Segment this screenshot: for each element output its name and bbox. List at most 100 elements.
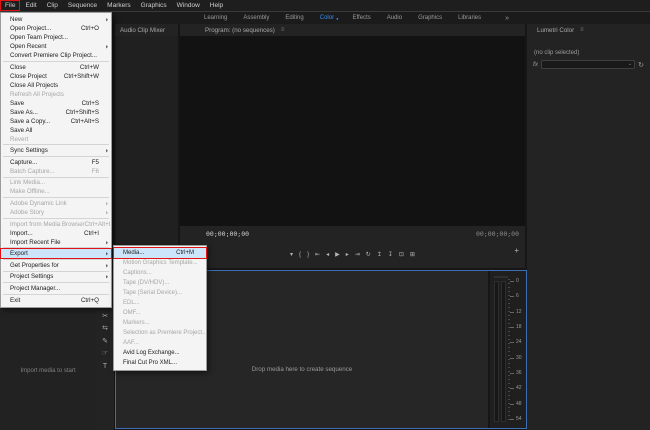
file-menu-item[interactable]: Project Manager... [1, 284, 111, 293]
export-submenu-item[interactable]: OMF... [114, 308, 206, 318]
file-menu-item[interactable]: New ⏵ [1, 15, 111, 24]
razor-tool[interactable]: ✂ [102, 313, 108, 320]
file-menu-item[interactable]: Capture... F5 [1, 158, 111, 167]
extract-button[interactable]: ↧ [388, 252, 393, 258]
file-menu-item[interactable]: Import... Ctrl+I [1, 229, 111, 238]
shortcut-label: Ctrl+Alt+S [70, 117, 99, 125]
lumetri-panel-tab[interactable]: Lumetri Color ≡ [527, 24, 650, 36]
file-menu-item[interactable]: Save As... Ctrl+Shift+S [1, 108, 111, 117]
file-menu-item[interactable]: Project Settings ⏵ [1, 272, 111, 281]
export-submenu-item[interactable]: Tape (DV/HDV)... [114, 278, 206, 288]
tabs-overflow-chevron[interactable]: » [505, 15, 509, 22]
export-submenu-item[interactable]: Motion Graphics Template... [114, 258, 206, 268]
play-button[interactable]: ▶ [335, 252, 340, 258]
mixer-panel-tab[interactable]: Audio Clip Mixer [115, 24, 178, 36]
export-frame-button[interactable]: ⊡ [399, 252, 404, 258]
lumetri-fx-row: fx ⌄ ↻ [527, 56, 650, 69]
shortcut-label: Ctrl+S [81, 99, 99, 107]
db-tick [510, 311, 514, 313]
meter-channels [494, 281, 508, 422]
menubar-item[interactable]: File [0, 0, 21, 11]
file-menu-item[interactable]: Adobe Dynamic Link ⏵ [1, 199, 111, 208]
button-editor-add-icon[interactable]: + [514, 246, 519, 255]
workspace-tab[interactable]: Effects [353, 15, 373, 21]
file-menu-item[interactable]: Convert Premiere Clip Project... [1, 51, 111, 60]
workspace-tab[interactable]: Assembly [243, 15, 271, 21]
menubar-item[interactable]: Help [205, 0, 228, 11]
db-ruler-mark: 0 [510, 279, 523, 284]
go-to-out-button[interactable]: ⇥ [355, 252, 360, 258]
file-menu-item[interactable]: Import Recent File ⏵ [1, 238, 111, 247]
file-menu-item[interactable]: Get Properties for ⏵ [1, 261, 111, 270]
workspace-tab[interactable]: Graphics [418, 15, 444, 21]
file-menu-item[interactable]: Save All [1, 126, 111, 135]
menubar-item[interactable]: Clip [42, 0, 63, 11]
timecode-row: 00;00;00;00 00;00;00;00 [180, 226, 525, 242]
slip-tool[interactable]: ⇆ [102, 325, 108, 332]
db-tick [510, 418, 514, 420]
workspace-tab[interactable]: Audio [387, 15, 404, 21]
menubar-item[interactable]: Graphics [136, 0, 172, 11]
hand-tool[interactable]: ☞ [102, 350, 108, 357]
file-menu-item[interactable]: Save a Copy... Ctrl+Alt+S [1, 117, 111, 126]
export-submenu-item[interactable]: Final Cut Pro XML... [114, 358, 206, 368]
db-tick [510, 372, 514, 374]
comparison-view-button[interactable]: ⊞ [410, 252, 415, 258]
file-menu-item[interactable]: Close Ctrl+W [1, 63, 111, 72]
file-menu-item[interactable]: Open Project... Ctrl+O [1, 24, 111, 33]
file-menu-item[interactable]: Adobe Story ⏵ [1, 208, 111, 217]
add-marker-button[interactable]: ▾ [290, 252, 293, 258]
export-submenu-item[interactable]: AAF... [114, 338, 206, 348]
type-tool[interactable]: T [103, 363, 107, 370]
file-menu-item[interactable]: Exit Ctrl+Q [1, 296, 111, 305]
file-menu-item[interactable]: Open Team Project... [1, 33, 111, 42]
file-menu-item[interactable]: Sync Settings ⏵ [1, 146, 111, 155]
fx-icon: fx [533, 61, 539, 68]
go-to-in-button[interactable]: ⇤ [315, 252, 320, 258]
file-menu-item[interactable]: Open Recent ⏵ [1, 42, 111, 51]
menubar-item[interactable]: Edit [20, 0, 41, 11]
mark-in-button[interactable]: { [299, 252, 301, 258]
export-submenu-item[interactable]: EDL... [114, 298, 206, 308]
step-back-button[interactable]: ◂ [326, 252, 329, 258]
pen-tool[interactable]: ✎ [102, 338, 108, 345]
playhead-timecode[interactable]: 00;00;00;00 [206, 230, 249, 238]
db-ruler-mark: 30 [510, 355, 523, 361]
workspace-tab[interactable]: Learning [204, 15, 229, 21]
transport-controls: ▾ {} ⇤ ◂ ▶ ▸ ⇥ ↻ ↥ ↧ ⊡ ⊞ [180, 242, 525, 268]
app-menu-bar: File Edit Clip Sequence Markers Graphics Windo… [0, 0, 650, 12]
file-menu-item[interactable]: Close Project Ctrl+Shift+W [1, 72, 111, 81]
reset-icon[interactable]: ↻ [638, 61, 644, 69]
file-menu-item[interactable]: Export ⏵ [0, 248, 112, 260]
menubar-item[interactable]: Window [172, 0, 205, 11]
loop-button[interactable]: ↻ [366, 252, 371, 258]
workspace-tab[interactable]: Color ● [320, 15, 339, 21]
export-submenu-item[interactable]: Avid Log Exchange... [114, 348, 206, 358]
audio-meters-panel: 0 6 12 18 24 30 36 42 48 54 [488, 271, 526, 428]
program-panel-tab[interactable]: Program: (no sequences) ≡ [180, 24, 525, 36]
panel-menu-icon[interactable]: ≡ [281, 27, 285, 33]
menubar-item[interactable]: Markers [102, 0, 135, 11]
file-menu-item[interactable]: Import from Media Browser Ctrl+Alt+I [1, 220, 111, 229]
export-submenu-item[interactable]: Tape (Serial Device)... [114, 288, 206, 298]
panel-menu-icon[interactable]: ≡ [580, 27, 584, 33]
file-menu-item[interactable]: Link Media... [1, 178, 111, 187]
file-menu-item[interactable]: Save Ctrl+S [1, 99, 111, 108]
menubar-item[interactable]: Sequence [63, 0, 102, 11]
workspace-tab[interactable]: Editing [285, 15, 305, 21]
export-submenu-item[interactable]: Selection as Premiere Project... [114, 328, 207, 338]
export-submenu-item[interactable]: Markers... [114, 318, 206, 328]
export-submenu-item[interactable]: Media... Ctrl+M [113, 247, 207, 259]
file-menu-item[interactable]: Revert [1, 135, 111, 144]
file-menu-item[interactable]: Refresh All Projects [1, 90, 111, 99]
step-forward-button[interactable]: ▸ [346, 252, 349, 258]
file-menu-item[interactable]: Close All Projects [1, 81, 111, 90]
workspace-tab[interactable]: Libraries [458, 15, 483, 21]
file-menu-item[interactable]: Make Offline... [1, 187, 111, 196]
db-ruler-mark: 48 [510, 401, 523, 407]
lift-button[interactable]: ↥ [377, 252, 382, 258]
export-submenu-item[interactable]: Captions... [114, 268, 206, 278]
preset-dropdown[interactable]: ⌄ [541, 60, 636, 69]
file-menu-item[interactable]: Batch Capture... F6 [1, 167, 111, 176]
mark-out-button[interactable]: } [307, 252, 309, 258]
